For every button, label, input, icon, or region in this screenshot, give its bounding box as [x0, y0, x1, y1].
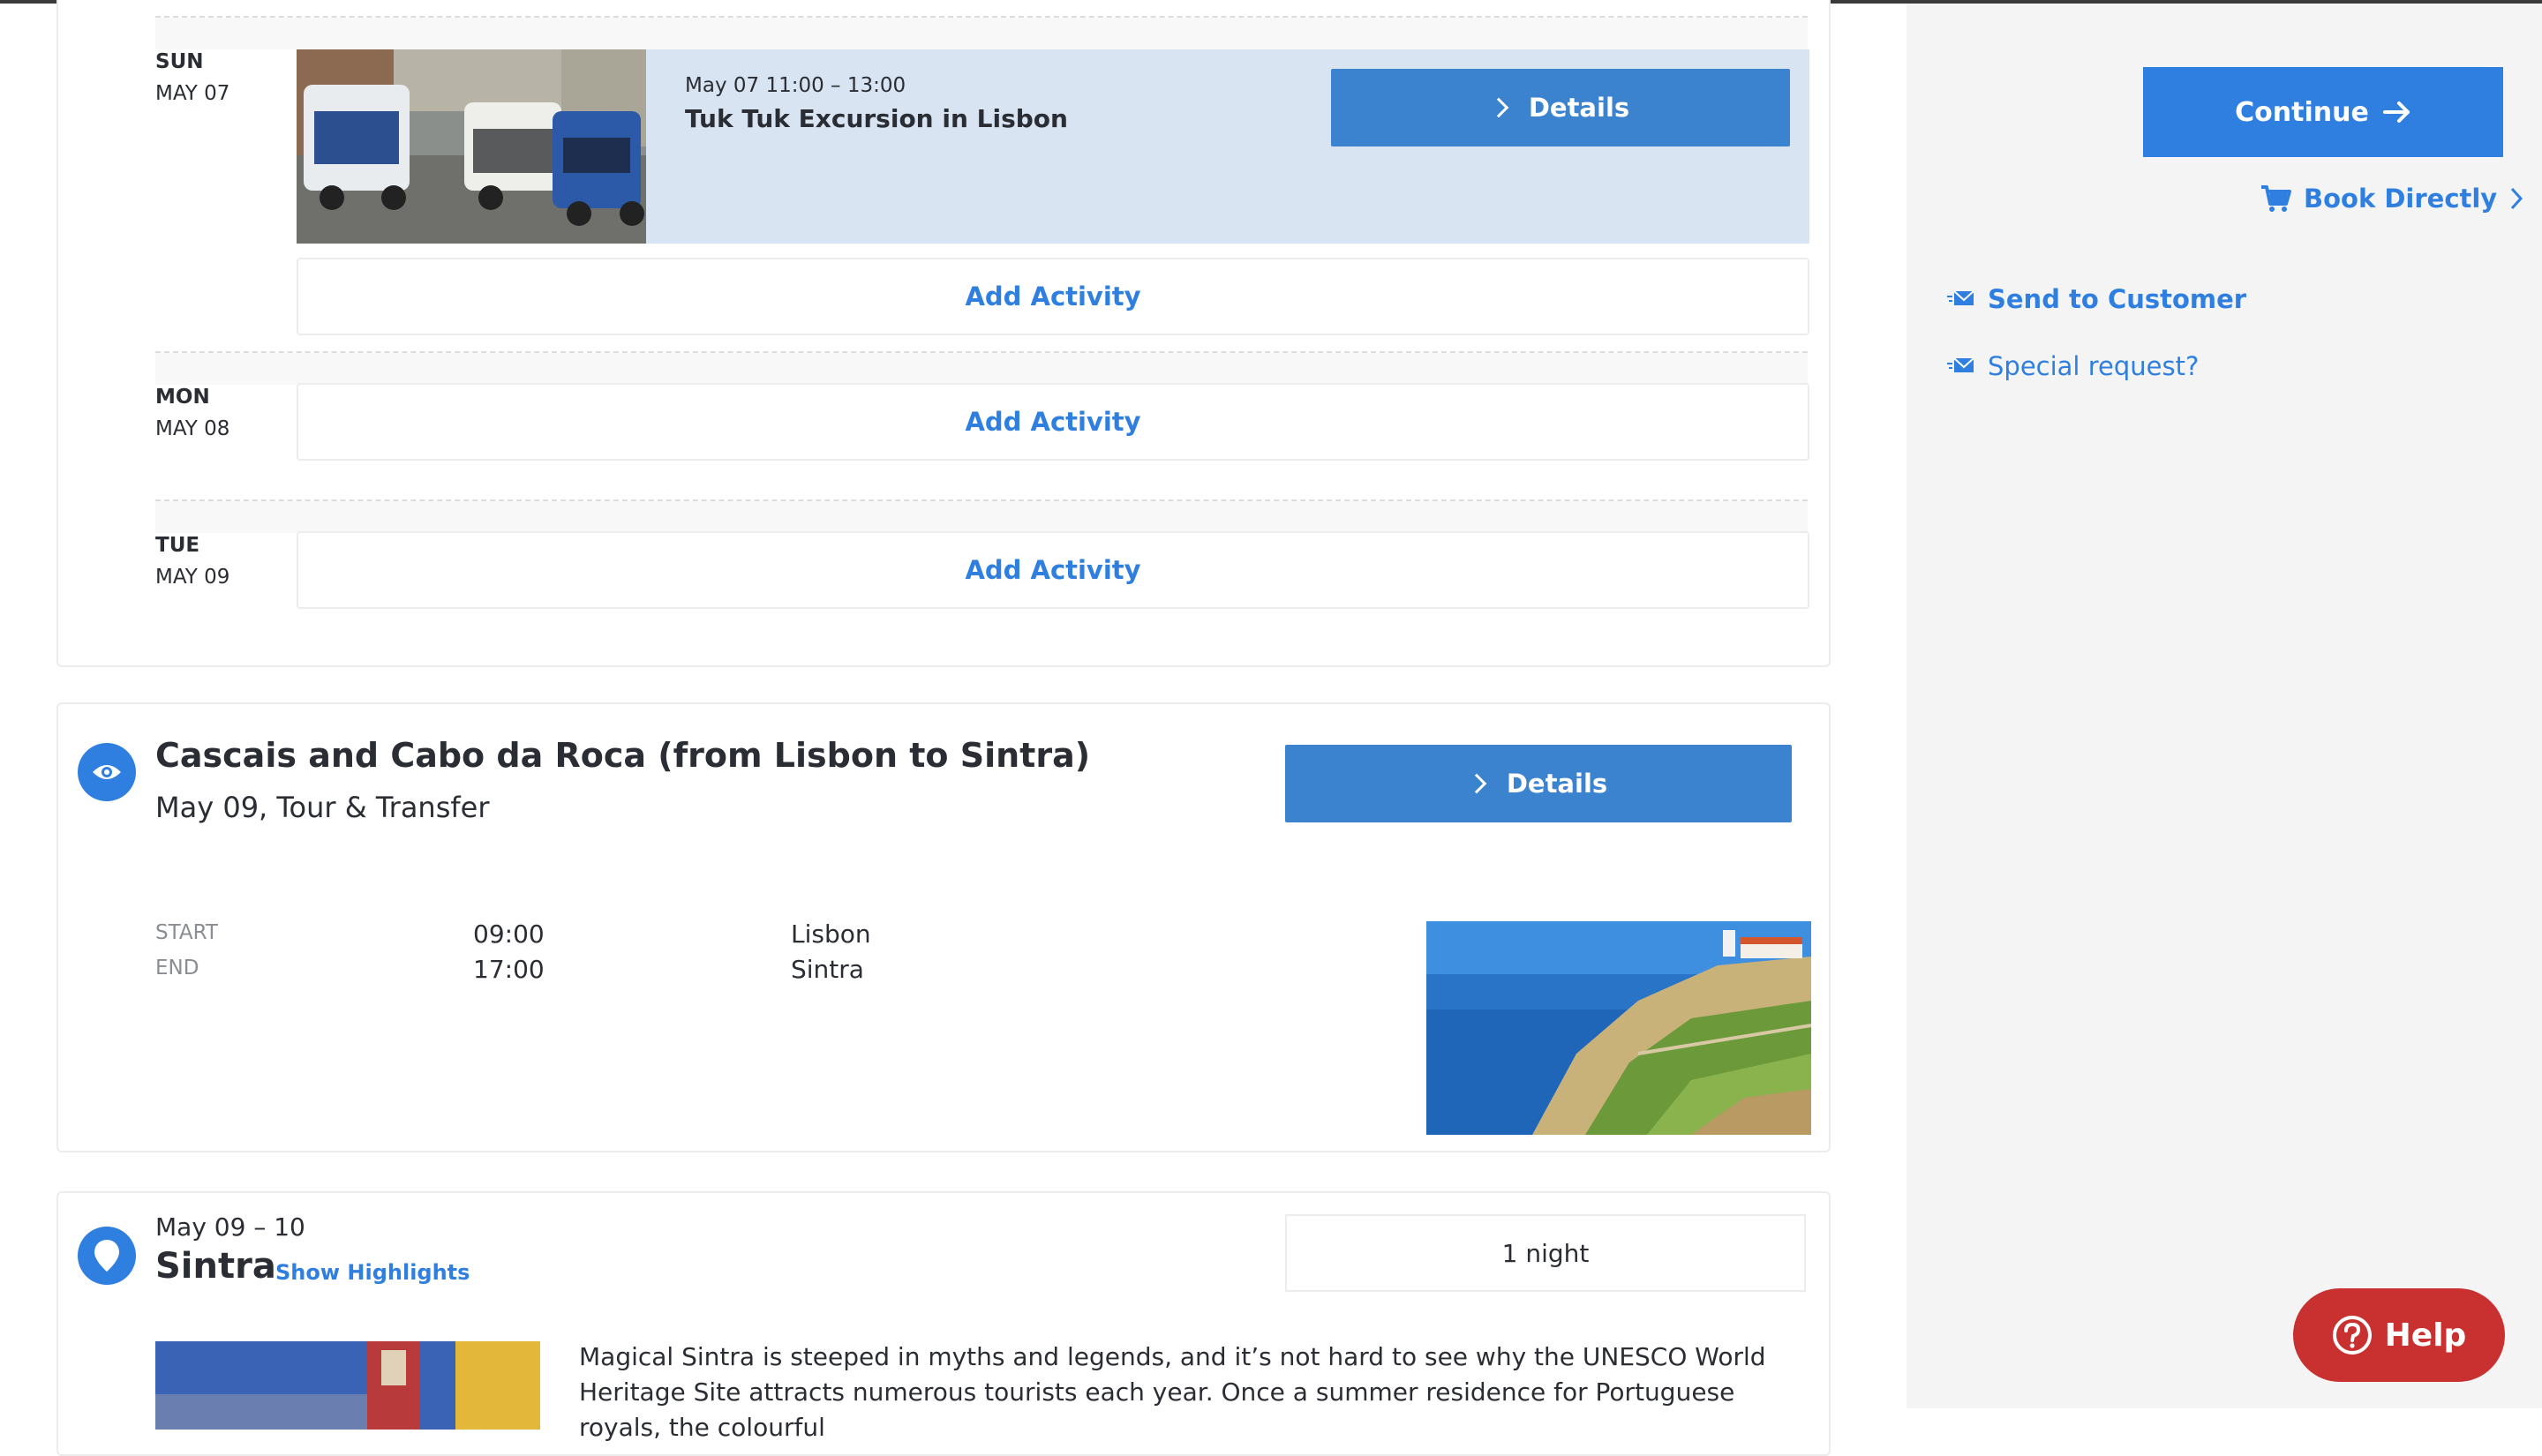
help-button[interactable]: Help	[2293, 1288, 2505, 1382]
details-label: Details	[1506, 769, 1608, 799]
details-label: Details	[1528, 93, 1630, 123]
end-place: Sintra	[791, 955, 864, 984]
day-label-tue: TUE MAY 09	[155, 529, 229, 593]
cart-icon	[2261, 185, 2291, 212]
stay-city: Sintra	[155, 1246, 276, 1287]
day-date: MAY 07	[155, 82, 230, 105]
continue-button[interactable]: Continue	[2143, 67, 2503, 157]
stay-description: Magical Sintra is steeped in myths and l…	[579, 1342, 1766, 1442]
day-row-band	[155, 501, 1808, 533]
tour-title: Cascais and Cabo da Roca (from Lisbon to…	[155, 736, 1091, 775]
tour-subtitle: May 09, Tour & Transfer	[155, 791, 490, 824]
start-time: 09:00	[473, 919, 545, 949]
activity-tuk-tuk[interactable]: May 07 11:00 – 13:00 Tuk Tuk Excursion i…	[297, 49, 1809, 244]
day-date: MAY 09	[155, 566, 230, 589]
send-mail-icon	[1947, 357, 1974, 372]
send-to-customer-label: Send to Customer	[1988, 284, 2247, 314]
add-activity-button[interactable]: Add Activity	[297, 383, 1809, 461]
activity-details-button[interactable]: Details	[1331, 69, 1790, 146]
book-directly-label: Book Directly	[2304, 184, 2498, 214]
day-of-week: MON	[155, 386, 210, 409]
book-directly-link[interactable]: Book Directly	[2260, 184, 2523, 214]
tour-details-button[interactable]: Details	[1285, 745, 1792, 822]
special-request-link[interactable]: Special request?	[1947, 351, 2199, 381]
day-label-mon: MON MAY 08	[155, 381, 229, 445]
sintra-photo	[155, 1341, 540, 1430]
day-of-week: SUN	[155, 50, 204, 73]
chevron-right-icon	[1488, 97, 1509, 118]
end-label: END	[155, 957, 199, 979]
activity-title: Tuk Tuk Excursion in Lisbon	[685, 104, 1068, 133]
add-activity-button[interactable]: Add Activity	[297, 258, 1809, 335]
itinerary-main: SUN MAY 07 May 07 11:00 – 13:00 Tuk Tuk …	[0, 0, 1906, 1456]
send-mail-icon	[1947, 290, 1974, 305]
show-highlights-link[interactable]: Show Highlights	[275, 1260, 470, 1285]
start-label: START	[155, 921, 218, 944]
continue-label: Continue	[2235, 96, 2369, 128]
tuk-tuk-photo	[297, 49, 646, 244]
tour-card: Cascais and Cabo da Roca (from Lisbon to…	[56, 702, 1831, 1152]
day-row-band	[155, 353, 1808, 385]
add-activity-button[interactable]: Add Activity	[297, 531, 1809, 609]
day-date: MAY 08	[155, 417, 230, 440]
end-time: 17:00	[473, 955, 545, 984]
start-place: Lisbon	[791, 919, 871, 949]
day-row-band	[155, 18, 1808, 49]
help-label: Help	[2384, 1317, 2467, 1354]
send-to-customer-link[interactable]: Send to Customer	[1947, 284, 2246, 314]
eye-icon	[78, 743, 136, 801]
question-circle-icon	[2332, 1316, 2372, 1355]
chevron-right-icon	[1466, 773, 1487, 794]
arrow-right-icon	[2382, 101, 2410, 123]
cabo-da-roca-photo	[1426, 921, 1811, 1135]
special-request-label: Special request?	[1988, 351, 2200, 381]
nights-box: 1 night	[1285, 1214, 1806, 1292]
booking-sidebar	[1906, 4, 2542, 1408]
stay-card: May 09 – 10 Sintra Show Highlights 1 nig…	[56, 1191, 1831, 1456]
day-of-week: TUE	[155, 534, 200, 557]
stay-dates: May 09 – 10	[155, 1212, 305, 1242]
day-label-sun: SUN MAY 07	[155, 46, 229, 109]
chevron-right-icon	[2511, 187, 2523, 210]
activity-time: May 07 11:00 – 13:00	[685, 74, 906, 97]
location-pin-icon	[78, 1227, 136, 1285]
